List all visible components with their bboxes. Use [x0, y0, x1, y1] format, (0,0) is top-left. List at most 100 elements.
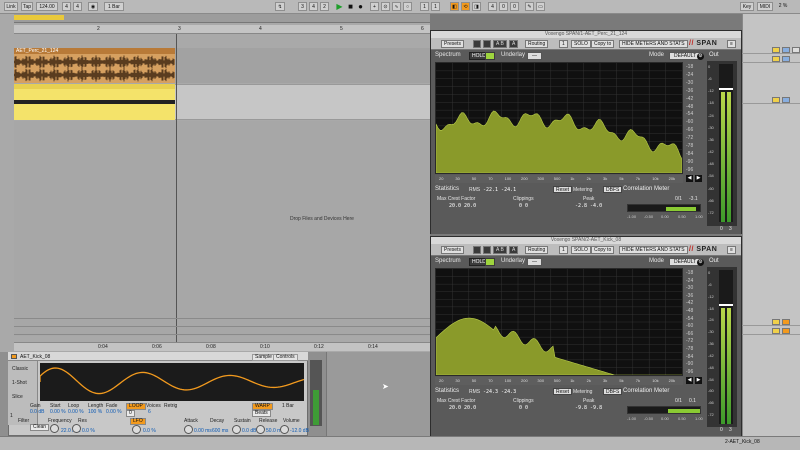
- overdub-icon[interactable]: +: [370, 2, 379, 11]
- loop-length-sixteenth[interactable]: 0: [510, 2, 519, 11]
- track-solo[interactable]: [782, 56, 790, 62]
- mode-one-shot[interactable]: 1-Shot: [12, 380, 27, 386]
- span1-scroll-left-icon[interactable]: ◀: [686, 175, 693, 182]
- span2-presets-button[interactable]: Presets: [441, 246, 464, 254]
- track-solo[interactable]: [782, 319, 790, 325]
- track-activator[interactable]: [772, 47, 780, 53]
- position-beat[interactable]: 4: [309, 2, 318, 11]
- draw-mode-icon[interactable]: ✎: [525, 2, 534, 11]
- span2-scroll-left-icon[interactable]: ◀: [686, 377, 693, 384]
- position-sixteenth[interactable]: 2: [320, 2, 329, 11]
- warp-mode-select[interactable]: Beats: [252, 410, 271, 417]
- release-knob[interactable]: [256, 425, 265, 434]
- mode-slice[interactable]: Slice: [12, 394, 23, 400]
- track-activator[interactable]: [772, 328, 780, 334]
- tempo-field[interactable]: 124.00: [36, 2, 58, 11]
- capture-icon[interactable]: ∿: [392, 2, 401, 11]
- play-icon[interactable]: ▶: [335, 2, 344, 11]
- span2-undo-icon[interactable]: [473, 246, 481, 254]
- span1-a-button[interactable]: A: [509, 40, 519, 48]
- time-ruler[interactable]: 0:04 0:06 0:08 0:10 0:12 0:14: [14, 342, 430, 351]
- device-drop-area[interactable]: [326, 352, 430, 436]
- span1-ab-button[interactable]: A B: [493, 40, 507, 48]
- tab-sample[interactable]: Sample: [252, 354, 275, 361]
- automation-arm-icon[interactable]: ⊙: [381, 2, 390, 11]
- computer-midi-keyboard-icon[interactable]: ▭: [536, 2, 545, 11]
- span2-spectrum-display[interactable]: [435, 268, 683, 376]
- time-signature-numerator[interactable]: 4: [62, 2, 71, 11]
- span2-window-title[interactable]: Voxengo SPAN/2-AET_Kick_08: [431, 237, 741, 244]
- track-solo[interactable]: [782, 97, 790, 103]
- span1-undo-icon[interactable]: [473, 40, 481, 48]
- span2-solo-button[interactable]: SOLO: [571, 246, 591, 254]
- record-icon[interactable]: ●: [356, 2, 365, 11]
- span2-copy-to-button[interactable]: Copy to: [591, 246, 615, 254]
- key-map-button[interactable]: Key: [740, 2, 754, 11]
- track-solo[interactable]: [782, 47, 790, 53]
- time-signature-denominator[interactable]: 4: [73, 2, 82, 11]
- sustain-knob[interactable]: [232, 425, 241, 434]
- frequency-knob[interactable]: [50, 424, 59, 433]
- tap-tempo-button[interactable]: Tap: [21, 2, 33, 11]
- span1-solo-button[interactable]: SOLO: [571, 40, 591, 48]
- loop-start-beat[interactable]: 1: [431, 2, 440, 11]
- span1-reset-button[interactable]: Reset: [553, 186, 573, 193]
- track-activator[interactable]: [772, 97, 780, 103]
- voices-value[interactable]: 6: [148, 409, 151, 415]
- volume-knob[interactable]: [280, 425, 289, 434]
- beat-time-ruler[interactable]: 2 3 4 5 6: [14, 25, 430, 34]
- track-arm[interactable]: [792, 47, 800, 53]
- span2-redo-icon[interactable]: [483, 246, 491, 254]
- punch-out-icon[interactable]: ◨: [472, 2, 481, 11]
- session-record-icon[interactable]: ○: [403, 2, 412, 11]
- span1-channel-select[interactable]: 1: [559, 40, 568, 48]
- stop-icon[interactable]: ■: [346, 2, 355, 11]
- span2-reset-button[interactable]: Reset: [553, 388, 573, 395]
- loop-start-bar[interactable]: 1: [420, 2, 429, 11]
- decay-value[interactable]: 600 ms: [212, 428, 228, 434]
- loop-icon[interactable]: ⟲: [461, 2, 470, 11]
- span2-metering-select[interactable]: DBFS: [603, 388, 623, 395]
- span2-scroll-right-icon[interactable]: ▶: [695, 377, 702, 384]
- attack-knob[interactable]: [184, 425, 193, 434]
- span1-redo-icon[interactable]: [483, 40, 491, 48]
- span2-settings-icon[interactable]: ⚙: [697, 259, 704, 266]
- follow-icon[interactable]: ↯: [275, 2, 285, 11]
- lfo-toggle[interactable]: LFO: [130, 418, 146, 425]
- span2-channel-select[interactable]: 1: [559, 246, 568, 254]
- track-activator[interactable]: [772, 319, 780, 325]
- track-solo[interactable]: [782, 328, 790, 334]
- loop-length-bar[interactable]: 4: [488, 2, 497, 11]
- span2-routing-button[interactable]: Routing: [525, 246, 549, 254]
- span1-metering-select[interactable]: DBFS: [603, 186, 623, 193]
- span2-ab-button[interactable]: A B: [493, 246, 507, 254]
- fade-value[interactable]: 0.00 %: [106, 409, 122, 415]
- tab-controls[interactable]: Controls: [273, 354, 298, 361]
- lfo-knob[interactable]: [132, 425, 141, 434]
- position-bar[interactable]: 3: [298, 2, 307, 11]
- link-button[interactable]: Link: [4, 2, 18, 11]
- length-value[interactable]: 100 %: [88, 409, 102, 415]
- loop-length-beat[interactable]: 0: [499, 2, 508, 11]
- warp-toggle[interactable]: WARP: [252, 403, 273, 410]
- span2-underlay-select[interactable]: —: [527, 258, 542, 266]
- span1-link-toggle[interactable]: [485, 52, 495, 60]
- span1-spectrum-display[interactable]: [435, 62, 683, 174]
- span1-hide-meters-button[interactable]: HIDE METERS AND STATS: [619, 40, 688, 48]
- span1-settings-icon[interactable]: ⚙: [697, 53, 704, 60]
- warp-length[interactable]: 1 Bar: [282, 403, 294, 409]
- span2-menu-icon[interactable]: ≡: [727, 246, 736, 254]
- gain-value[interactable]: 0.0 dB: [30, 409, 44, 415]
- loop-value[interactable]: 0.00 %: [68, 409, 84, 415]
- quantization-select[interactable]: 1 Bar: [104, 2, 124, 11]
- arrangement-overview[interactable]: [14, 14, 430, 23]
- track-activator[interactable]: [772, 56, 780, 62]
- span2-link-toggle[interactable]: [485, 258, 495, 266]
- res-knob[interactable]: [72, 424, 81, 433]
- filter-type-select[interactable]: Clean: [30, 424, 50, 431]
- span1-copy-to-button[interactable]: Copy to: [591, 40, 615, 48]
- midi-map-button[interactable]: MIDI: [757, 2, 773, 11]
- empty-track-area[interactable]: [14, 121, 430, 336]
- span1-window-title[interactable]: Voxengo SPAN/1-AET_Perc_21_124: [431, 31, 741, 38]
- span2-a-button[interactable]: A: [509, 246, 519, 254]
